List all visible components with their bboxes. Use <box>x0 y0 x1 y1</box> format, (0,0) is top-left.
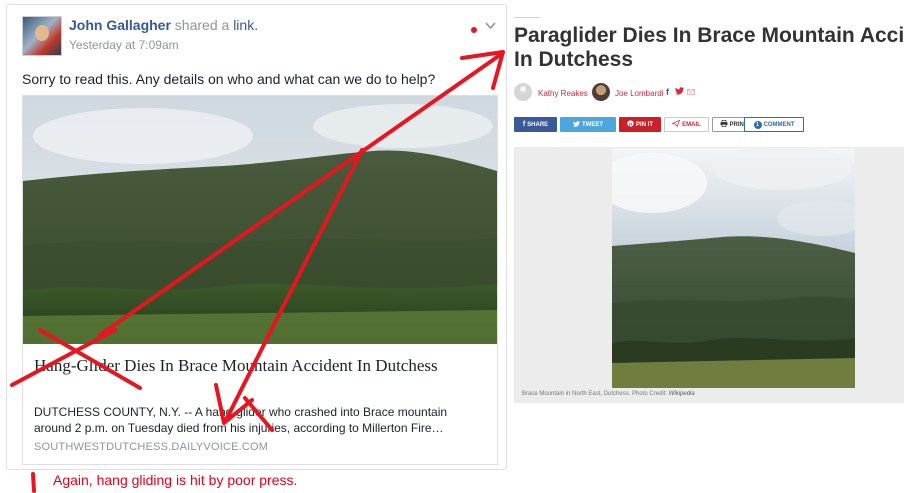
print-icon <box>720 120 728 129</box>
email-share-button[interactable]: EMAIL <box>664 117 709 132</box>
twitter-tweet-button[interactable]: TWEET <box>560 117 616 132</box>
email-icon[interactable] <box>687 87 695 97</box>
article-title-line2: In Dutchess <box>514 48 634 71</box>
link-preview-title[interactable]: Hang-Glider Dies In Brace Mountain Accid… <box>34 355 484 376</box>
twitter-icon <box>573 120 580 129</box>
article-title: Paraglider Dies In Brace Mountain Accide… <box>514 24 904 72</box>
author-name-link[interactable]: John Gallagher <box>69 17 171 33</box>
pinterest-pin-label: PIN IT <box>635 121 653 128</box>
link-preview-description: DUTCHESS COUNTY, N.Y. -- A hang-glider w… <box>34 405 448 435</box>
post-timestamp[interactable]: Yesterday at 7:09am <box>69 38 179 52</box>
twitter-tweet-label: TWEET <box>582 121 603 128</box>
pinterest-icon: p <box>627 120 634 129</box>
author-name-2[interactable]: Joe Lombardi <box>615 89 663 98</box>
link-preview-body[interactable]: Hang-Glider Dies In Brace Mountain Accid… <box>23 344 497 464</box>
caption-tick <box>31 472 36 493</box>
chevron-down-icon[interactable] <box>485 19 496 33</box>
article-photo-frame: Brace Mountain in North East, Dutchess. … <box>514 147 904 403</box>
photo-caption: Brace Mountain in North East, Dutchess. … <box>522 391 695 397</box>
comment-count-badge: 1 <box>753 120 762 129</box>
pinterest-pin-button[interactable]: p PIN IT <box>619 117 661 132</box>
annotation-caption: Again, hang gliding is hit by poor press… <box>53 472 298 488</box>
facebook-icon: f <box>522 121 526 128</box>
post-header: John Gallagher shared a link. <box>69 17 258 33</box>
photo-caption-text: Brace Mountain in North East, Dutchess. … <box>522 391 669 397</box>
author-avatar-photo <box>592 83 610 101</box>
shared-text: shared a <box>170 17 234 33</box>
svg-text:p: p <box>629 122 632 127</box>
article-photo[interactable] <box>612 148 855 388</box>
comment-label: COMMENT <box>763 121 795 128</box>
comment-button[interactable]: 1 COMMENT <box>744 117 804 132</box>
facebook-icon[interactable]: f <box>666 87 669 97</box>
author-avatar[interactable] <box>22 16 62 56</box>
facebook-share-button[interactable]: f SHARE <box>514 117 557 132</box>
link-preview-card[interactable]: Hang-Glider Dies In Brace Mountain Accid… <box>22 95 498 465</box>
email-icon <box>671 119 681 129</box>
article-top-rule <box>514 17 540 18</box>
shared-link-word[interactable]: link. <box>233 17 258 33</box>
author-avatar-placeholder <box>514 83 532 101</box>
link-preview-image[interactable] <box>23 96 497 344</box>
facebook-post: John Gallagher shared a link. Yesterday … <box>6 4 507 470</box>
email-share-label: EMAIL <box>682 121 701 128</box>
twitter-icon[interactable] <box>675 87 684 97</box>
facebook-share-label: SHARE <box>527 121 549 128</box>
photo-credit[interactable]: Wikipedia <box>669 391 695 397</box>
post-message: Sorry to read this. Any details on who a… <box>22 71 436 87</box>
article-title-line1: Paraglider Dies In Brace Mountain Accide <box>514 24 904 47</box>
author-name-1[interactable]: Kathy Reakes <box>538 89 588 98</box>
link-preview-domain: SOUTHWESTDUTCHESS.DAILYVOICE.COM <box>34 441 269 453</box>
